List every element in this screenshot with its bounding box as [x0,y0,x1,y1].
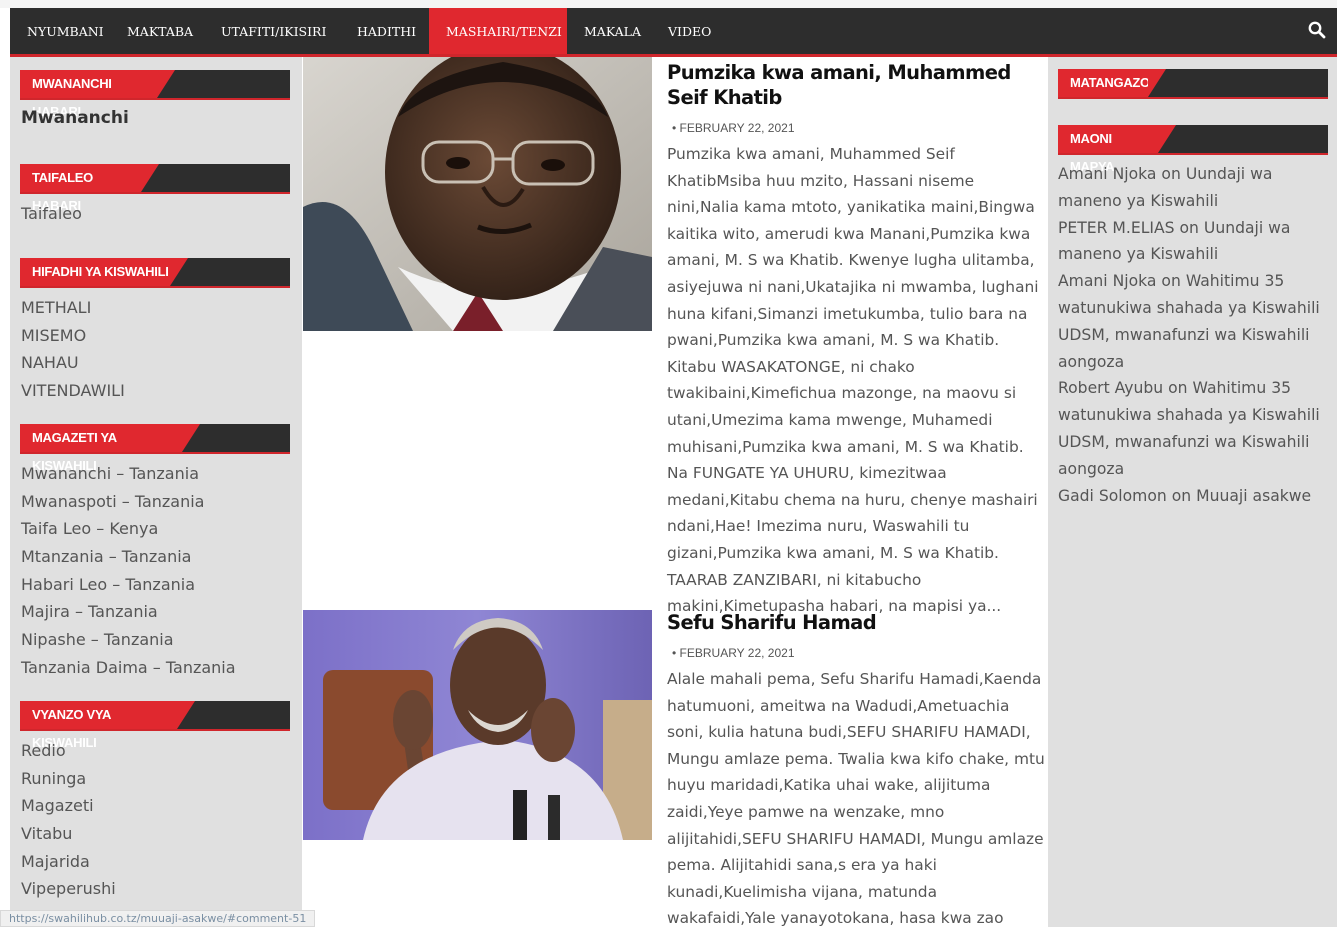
list-item[interactable]: Nipashe – Tanzania [21,626,236,654]
widget-title: HIFADHI YA KISWAHILI [20,258,170,286]
widget-header-hifadhi: HIFADHI YA KISWAHILI [20,258,290,288]
list-item[interactable]: Mwanaspoti – Tanzania [21,488,236,516]
comment-item: Amani Njoka on Uundaji wa maneno ya Kisw… [1058,161,1328,215]
comment-post-link[interactable]: Muuaji asakwe [1196,487,1311,505]
main-nav: NYUMBANI MAKTABA UTAFITI/IKISIRI HADITHI… [10,8,1337,57]
comment-author-link[interactable]: PETER M.ELIAS [1058,219,1175,237]
nav-item-hadithi[interactable]: HADITHI [340,8,429,54]
widget-title-tab [1148,69,1166,97]
nav-item-video[interactable]: VIDEO [651,8,725,54]
magazeti-list: Mwananchi – Tanzania Mwanaspoti – Tanzan… [21,460,236,682]
widget-header-magazeti: MAGAZETI YA KISWAHILI [20,424,290,473]
widget-title: MAGAZETI YA KISWAHILI [20,424,182,473]
widget-title-tab [170,258,188,286]
list-item[interactable]: Vitabu [21,820,116,848]
list-item[interactable]: Runinga [21,765,116,793]
widget-title-tab [141,164,159,192]
post-title-khatib[interactable]: Pumzika kwa amani, Muhammed Seif Khatib [667,60,1049,110]
list-item[interactable]: Tanzania Daima – Tanzania [21,654,236,682]
comment-author-link[interactable]: Gadi Solomon [1058,487,1167,505]
list-item[interactable]: Redio [21,737,116,765]
widget-title: MWANANCHI HABARI [20,70,157,119]
widget-title: TAIFALEO HABARI [20,164,141,213]
list-item[interactable]: Mwananchi – Tanzania [21,460,236,488]
list-item[interactable]: Vipeperushi [21,875,116,903]
left-sidebar: MWANANCHI HABARI Mwananchi TAIFALEO HABA… [10,57,302,927]
nav-item-nyumbani[interactable]: NYUMBANI [10,8,110,54]
post-excerpt: Pumzika kwa amani, Muhammed Seif KhatibM… [667,145,1039,616]
list-item[interactable]: MISEMO [21,322,125,350]
comment-on-text: on [1161,272,1181,291]
widget-header-taifaleo: TAIFALEO HABARI [20,164,290,213]
list-item[interactable]: Taifa Leo – Kenya [21,515,236,543]
comment-on-text: on [1161,165,1181,183]
post-date: • FEBRUARY 22, 2021 [672,121,795,135]
list-item[interactable]: Mtanzania – Tanzania [21,543,236,571]
hifadhi-list: METHALI MISEMO NAHAU VITENDAWILI [21,294,125,405]
status-bar-url: https://swahilihub.co.tz/muuaji-asakwe/#… [0,910,316,927]
comment-on-text: on [1171,486,1192,505]
list-item[interactable]: Majarida [21,848,116,876]
post-title-hamad[interactable]: Sefu Sharifu Hamad [667,610,1049,635]
comment-author-link[interactable]: Robert Ayubu [1058,379,1163,397]
search-icon[interactable] [1307,20,1327,40]
comment-author-link[interactable]: Amani Njoka [1058,165,1156,183]
widget-header-matangazo: MATANGAZO [1058,69,1328,99]
post-date: • FEBRUARY 22, 2021 [672,646,795,660]
nav-item-maktaba[interactable]: MAKTABA [110,8,204,54]
post-thumbnail-hamad[interactable] [303,610,652,840]
comment-item: Gadi Solomon on Muuaji asakwe [1058,483,1328,510]
right-sidebar: MATANGAZO MAONI MAPYA Amani Njoka on Uun… [1048,57,1337,927]
comment-on-text: on [1168,379,1188,398]
post-date-text: FEBRUARY 22, 2021 [679,121,795,135]
list-item[interactable]: Magazeti [21,792,116,820]
widget-header-vyanzo: VYANZO VYA KISWAHILI [20,701,290,750]
widget-title-tab [177,701,195,729]
widget-title-tab [182,424,200,452]
nav-item-utafiti[interactable]: UTAFITI/IKISIRI [204,8,340,54]
list-item[interactable]: VITENDAWILI [21,377,125,405]
vyanzo-list: Redio Runinga Magazeti Vitabu Majarida V… [21,737,116,903]
list-item[interactable]: Habari Leo – Tanzania [21,571,236,599]
list-item[interactable]: NAHAU [21,349,125,377]
widget-header-mwananchi: MWANANCHI HABARI [20,70,290,119]
comment-author-link[interactable]: Amani Njoka [1058,272,1156,290]
list-item[interactable]: Majira – Tanzania [21,598,236,626]
nav-item-makala[interactable]: MAKALA [567,8,651,54]
widget-title: MAONI MAPYA [1058,125,1158,174]
widget-title-tab [157,70,175,98]
comment-item: Amani Njoka on Wahitimu 35 watunukiwa sh… [1058,268,1328,375]
widget-title-tab [1158,125,1176,153]
widget-title: MATANGAZO [1058,69,1150,97]
post-excerpt: Alale mahali pema, Sefu Sharifu Hamadi,K… [667,670,1045,927]
list-item[interactable]: METHALI [21,294,125,322]
post-thumbnail-khatib[interactable] [303,57,652,331]
widget-title: VYANZO VYA KISWAHILI [20,701,177,750]
comment-item: Robert Ayubu on Wahitimu 35 watunukiwa s… [1058,375,1328,482]
taifaleo-text[interactable]: Taifaleo [21,204,82,223]
mwananchi-text[interactable]: Mwananchi [21,108,129,128]
recent-comments-list: Amani Njoka on Uundaji wa maneno ya Kisw… [1058,161,1328,509]
post-date-text: FEBRUARY 22, 2021 [679,646,795,660]
nav-item-mashairi[interactable]: MASHAIRI/TENZI [429,8,567,54]
top-strip [0,0,1337,8]
widget-header-maoni: MAONI MAPYA [1058,125,1328,174]
comment-on-text: on [1179,218,1199,237]
comment-item: PETER M.ELIAS on Uundaji wa maneno ya Ki… [1058,215,1328,269]
